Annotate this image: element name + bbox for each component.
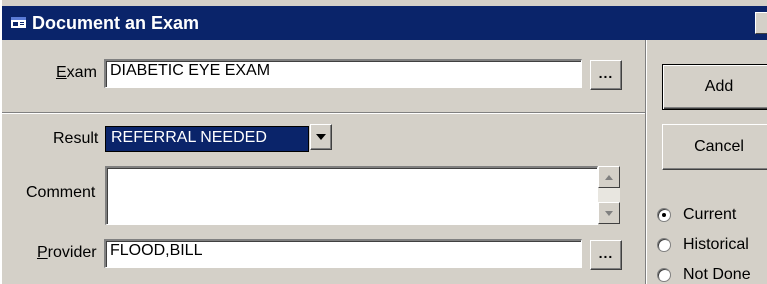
add-button-label: Add xyxy=(704,78,734,95)
cancel-button[interactable]: Cancel xyxy=(662,124,767,170)
result-select[interactable]: REFERRAL NEEDED xyxy=(105,126,309,152)
result-label: Result xyxy=(53,130,99,147)
status-label-historical: Historical xyxy=(683,236,749,253)
comment-label: Comment xyxy=(26,184,96,201)
title-bar[interactable]: Document an Exam xyxy=(2,6,767,40)
exam-label: Exam xyxy=(56,64,97,82)
result-dropdown-button[interactable] xyxy=(310,124,332,150)
exam-browse-button[interactable]: ... xyxy=(590,60,622,90)
status-label-current: Current xyxy=(683,206,737,223)
provider-label: Provider xyxy=(37,244,97,262)
scroll-down-button[interactable] xyxy=(598,202,620,224)
provider-browse-button[interactable]: ... xyxy=(590,240,622,270)
exam-browse-label: ... xyxy=(598,65,614,81)
result-selected-value: REFERRAL NEEDED xyxy=(111,129,267,146)
scroll-up-icon xyxy=(605,174,613,180)
section-divider xyxy=(2,112,645,114)
comment-textarea[interactable] xyxy=(105,166,598,225)
side-divider xyxy=(645,40,647,284)
status-option-historical[interactable]: Historical xyxy=(657,236,749,254)
scroll-down-icon xyxy=(605,210,613,216)
window-title: Document an Exam xyxy=(32,13,200,33)
close-button[interactable] xyxy=(755,12,767,34)
exam-label-accelerator: E xyxy=(56,64,67,81)
add-button[interactable]: Add xyxy=(662,64,767,110)
status-label-not-done: Not Done xyxy=(683,266,751,283)
chevron-down-icon xyxy=(316,134,326,140)
provider-value: FLOOD,BILL xyxy=(110,242,203,259)
radio-historical[interactable] xyxy=(657,238,671,252)
status-option-not-done[interactable]: Not Done xyxy=(657,266,751,284)
provider-field[interactable]: FLOOD,BILL xyxy=(104,239,582,268)
document-exam-dialog: Document an Exam Exam DIABETIC EYE EXAM … xyxy=(0,0,767,284)
exam-label-text: xam xyxy=(66,64,97,81)
app-icon xyxy=(11,17,26,28)
exam-field[interactable]: DIABETIC EYE EXAM xyxy=(104,59,582,88)
cancel-button-label: Cancel xyxy=(694,138,744,155)
radio-current[interactable] xyxy=(657,208,671,222)
scroll-up-button[interactable] xyxy=(598,166,620,188)
provider-label-text: rovider xyxy=(47,244,97,261)
provider-browse-label: ... xyxy=(598,245,614,261)
exam-value: DIABETIC EYE EXAM xyxy=(110,62,271,79)
comment-scrollbar[interactable] xyxy=(598,166,620,224)
status-option-current[interactable]: Current xyxy=(657,206,736,224)
provider-label-accelerator: P xyxy=(37,244,48,261)
radio-not-done[interactable] xyxy=(657,268,671,282)
